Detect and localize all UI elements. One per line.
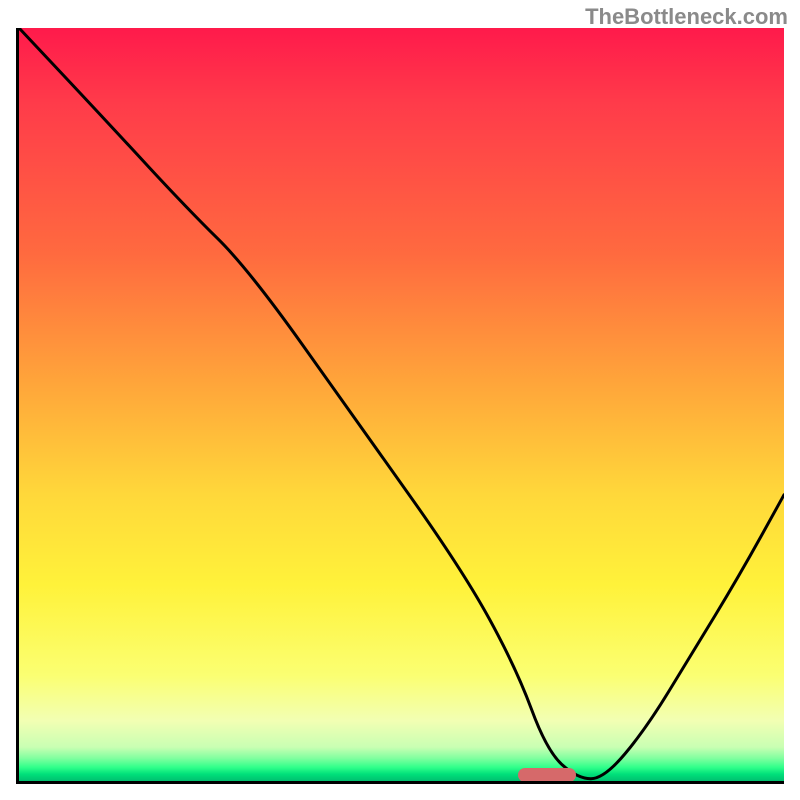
minimum-marker [518, 768, 575, 782]
watermark-text: TheBottleneck.com [585, 4, 788, 30]
curve-svg [19, 28, 784, 781]
chart-area [16, 28, 784, 784]
bottleneck-curve-path [19, 28, 784, 779]
